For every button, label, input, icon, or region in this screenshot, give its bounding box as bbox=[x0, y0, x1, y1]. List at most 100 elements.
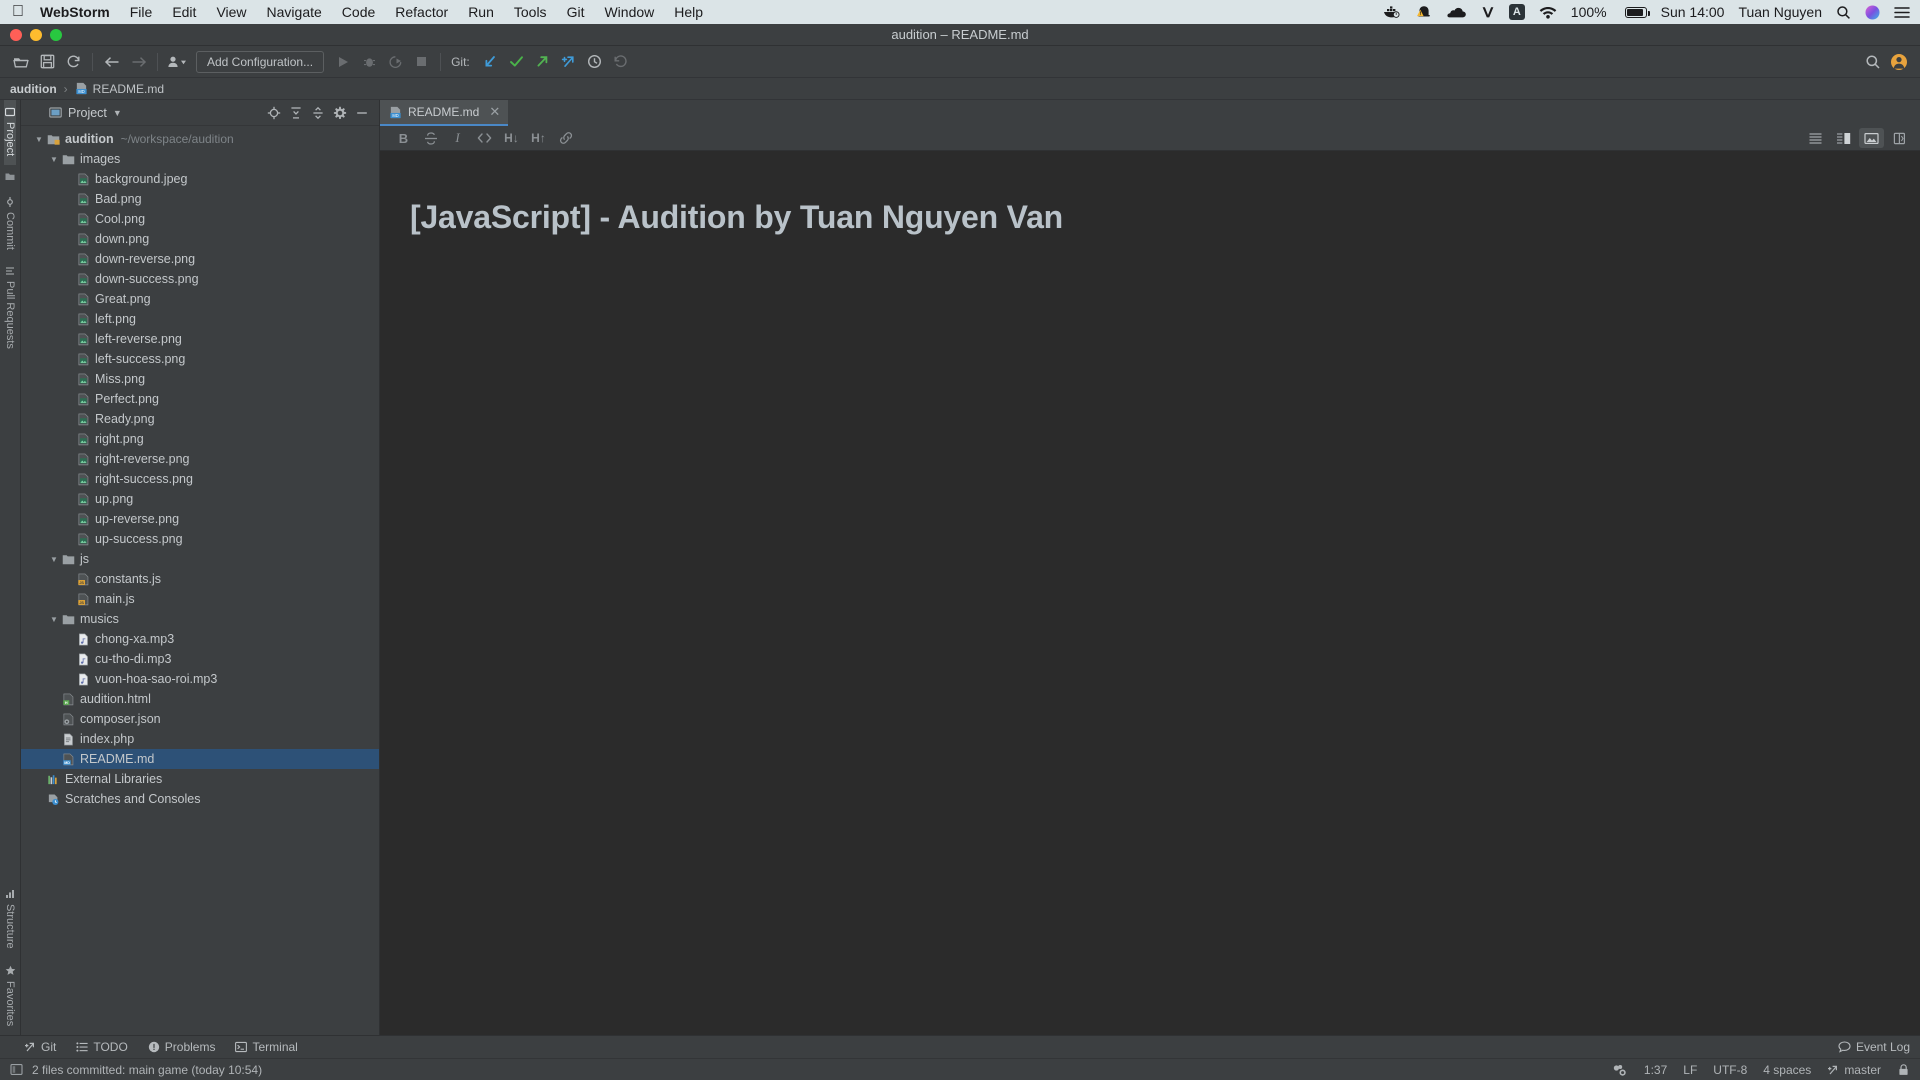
save-icon[interactable] bbox=[34, 50, 60, 74]
menu-view[interactable]: View bbox=[216, 4, 246, 20]
lock-icon[interactable] bbox=[1897, 1063, 1910, 1076]
sidebar-item-commit[interactable]: Commit bbox=[4, 190, 16, 259]
wifi-icon[interactable] bbox=[1539, 6, 1557, 19]
tree-row[interactable]: right-reverse.png bbox=[21, 449, 379, 469]
collapse-all-icon[interactable] bbox=[307, 102, 329, 124]
user-settings-icon[interactable] bbox=[164, 50, 190, 74]
tree-row[interactable]: ▼ musics bbox=[21, 609, 379, 629]
menu-tools[interactable]: Tools bbox=[514, 4, 547, 20]
italic-button[interactable]: I bbox=[444, 127, 471, 149]
close-icon[interactable]: ✕ bbox=[489, 104, 500, 120]
tree-row[interactable]: down.png bbox=[21, 229, 379, 249]
tree-row[interactable]: Bad.png bbox=[21, 189, 379, 209]
tree-row[interactable]: Scratches and Consoles bbox=[21, 789, 379, 809]
sidebar-item-project[interactable]: Project bbox=[4, 100, 16, 166]
tree-row[interactable]: Miss.png bbox=[21, 369, 379, 389]
chevron-down-icon[interactable]: ▼ bbox=[33, 135, 45, 144]
menu-git[interactable]: Git bbox=[567, 4, 585, 20]
gear-icon[interactable] bbox=[329, 102, 351, 124]
tree-row[interactable]: Cool.png bbox=[21, 209, 379, 229]
editor-only-button[interactable] bbox=[1803, 128, 1828, 148]
apple-logo-icon[interactable]:  bbox=[12, 4, 24, 20]
bottom-item-todo[interactable]: TODO bbox=[76, 1040, 128, 1054]
bold-button[interactable]: B bbox=[390, 127, 417, 149]
strikethrough-button[interactable] bbox=[417, 127, 444, 149]
locate-icon[interactable] bbox=[263, 102, 285, 124]
rollback-undo-icon[interactable] bbox=[608, 50, 634, 74]
tree-row[interactable]: left-reverse.png bbox=[21, 329, 379, 349]
minimize-window-button[interactable] bbox=[30, 28, 42, 41]
line-separator[interactable]: LF bbox=[1683, 1063, 1697, 1077]
menu-edit[interactable]: Edit bbox=[172, 4, 196, 20]
caret-position[interactable]: 1:37 bbox=[1644, 1063, 1667, 1077]
bell-alert-icon[interactable] bbox=[1415, 5, 1433, 20]
hide-icon[interactable] bbox=[351, 102, 373, 124]
tree-row[interactable]: right-success.png bbox=[21, 469, 379, 489]
link-button[interactable] bbox=[552, 127, 579, 149]
run-coverage-icon[interactable] bbox=[382, 50, 408, 74]
project-file-tree[interactable]: ▼ audition ~/workspace/audition ▼ images back… bbox=[21, 126, 379, 1035]
tree-row[interactable]: Great.png bbox=[21, 289, 379, 309]
chevron-down-icon[interactable]: ▼ bbox=[48, 615, 60, 624]
tree-row[interactable]: ▼ audition ~/workspace/audition bbox=[21, 129, 379, 149]
menu-help[interactable]: Help bbox=[674, 4, 703, 20]
menu-run[interactable]: Run bbox=[468, 4, 494, 20]
sidebar-item-project-icon-only[interactable] bbox=[5, 165, 15, 190]
menu-app-name[interactable]: WebStorm bbox=[40, 4, 110, 20]
inspections-icon[interactable] bbox=[1612, 1063, 1628, 1077]
tree-row[interactable]: index.php bbox=[21, 729, 379, 749]
heading-up-button[interactable]: H↑ bbox=[525, 127, 552, 149]
tree-row[interactable]: right.png bbox=[21, 429, 379, 449]
tree-row[interactable]: down-reverse.png bbox=[21, 249, 379, 269]
tree-row[interactable]: JS main.js bbox=[21, 589, 379, 609]
open-folder-icon[interactable] bbox=[8, 50, 34, 74]
docker-icon[interactable] bbox=[1383, 5, 1401, 19]
cloud-icon[interactable] bbox=[1447, 6, 1467, 19]
chevron-down-icon[interactable]: ▼ bbox=[48, 155, 60, 164]
breadcrumb-project[interactable]: audition bbox=[10, 82, 57, 96]
tree-row[interactable]: up-success.png bbox=[21, 529, 379, 549]
menu-refactor[interactable]: Refactor bbox=[395, 4, 448, 20]
vpn-v-icon[interactable] bbox=[1481, 5, 1495, 19]
alfred-a-icon[interactable]: A bbox=[1508, 4, 1525, 20]
expand-all-icon[interactable] bbox=[285, 102, 307, 124]
tree-row[interactable]: ▼ js bbox=[21, 549, 379, 569]
menu-code[interactable]: Code bbox=[342, 4, 375, 20]
git-push-arrow-icon[interactable] bbox=[530, 50, 556, 74]
indent-setting[interactable]: 4 spaces bbox=[1763, 1063, 1811, 1077]
tree-row[interactable]: up-reverse.png bbox=[21, 509, 379, 529]
tree-row[interactable]: Haudition.html bbox=[21, 689, 379, 709]
bottom-item-problems[interactable]: Problems bbox=[148, 1040, 215, 1054]
close-window-button[interactable] bbox=[10, 28, 22, 41]
tab-readme-md[interactable]: MD README.md ✕ bbox=[380, 100, 509, 126]
tree-row[interactable]: JS constants.js bbox=[21, 569, 379, 589]
sidebar-item-pull-requests[interactable]: Pull Requests bbox=[4, 259, 16, 358]
control-center-icon[interactable] bbox=[1894, 6, 1910, 19]
code-button[interactable] bbox=[471, 127, 498, 149]
stop-square-icon[interactable] bbox=[408, 50, 434, 74]
zoom-window-button[interactable] bbox=[50, 28, 62, 41]
git-branch-icon[interactable] bbox=[556, 50, 582, 74]
bottom-item-git[interactable]: Git bbox=[24, 1040, 56, 1054]
add-configuration-button[interactable]: Add Configuration... bbox=[196, 50, 325, 73]
tree-row[interactable]: Ready.png bbox=[21, 409, 379, 429]
siri-icon[interactable] bbox=[1865, 5, 1880, 20]
heading-down-button[interactable]: H↓ bbox=[498, 127, 525, 149]
git-update-arrow-icon[interactable] bbox=[478, 50, 504, 74]
refresh-icon[interactable] bbox=[60, 50, 86, 74]
tree-row[interactable]: left-success.png bbox=[21, 349, 379, 369]
tree-row[interactable]: ▼ images bbox=[21, 149, 379, 169]
auto-scroll-preview-button[interactable] bbox=[1887, 128, 1912, 148]
sidebar-item-favorites[interactable]: Favorites bbox=[4, 958, 16, 1035]
bottom-item-terminal[interactable]: Terminal bbox=[235, 1040, 298, 1054]
run-play-icon[interactable] bbox=[330, 50, 356, 74]
tree-row[interactable]: chong-xa.mp3 bbox=[21, 629, 379, 649]
tree-row[interactable]: Perfect.png bbox=[21, 389, 379, 409]
project-panel-title[interactable]: Project bbox=[68, 106, 107, 120]
preview-only-button[interactable] bbox=[1859, 128, 1884, 148]
chevron-down-icon[interactable]: ▼ bbox=[48, 555, 60, 564]
clock-history-icon[interactable] bbox=[582, 50, 608, 74]
tree-row[interactable]: MD README.md bbox=[21, 749, 379, 769]
search-icon[interactable] bbox=[1860, 50, 1886, 74]
menubar-user[interactable]: Tuan Nguyen bbox=[1738, 4, 1822, 20]
